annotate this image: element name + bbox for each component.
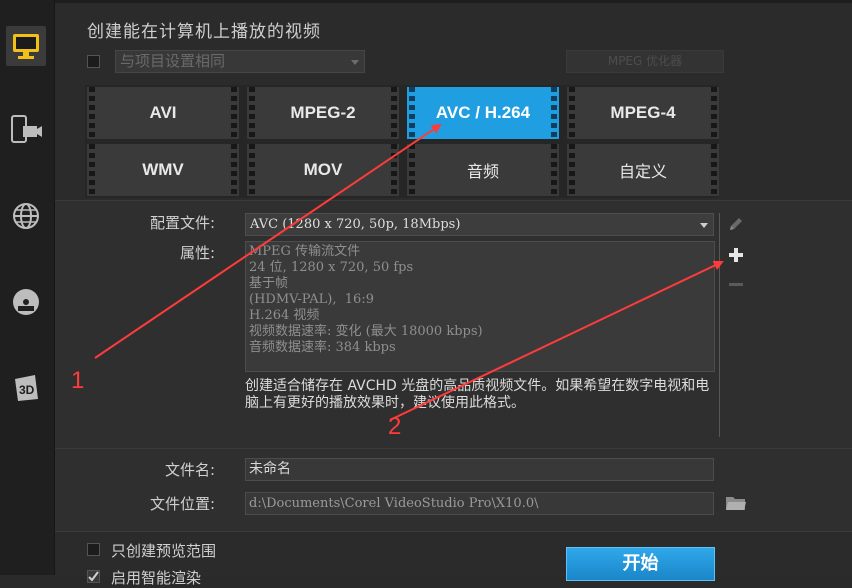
format-avc-h264[interactable]: AVC / H.264 bbox=[407, 87, 559, 139]
property-line: 音频数据速率: 384 kbps bbox=[249, 340, 396, 355]
file-panel: 文件名: 未命名 文件位置: d:\Documents\Corel VideoS… bbox=[55, 448, 852, 531]
mpeg-optimizer-button: MPEG 优化器 bbox=[566, 50, 724, 73]
properties-label: 属性: bbox=[179, 244, 215, 262]
profile-value: AVC (1280 x 720, 50p, 18Mbps) bbox=[250, 217, 461, 232]
profile-panel: 配置文件: AVC (1280 x 720, 50p, 18Mbps) 属性: … bbox=[55, 200, 852, 448]
disc-icon bbox=[13, 289, 39, 315]
properties-box: MPEG 传输流文件 24 位, 1280 x 720, 50 fps 基于帧 (HD… bbox=[245, 241, 715, 372]
profile-select[interactable]: AVC (1280 x 720, 50p, 18Mbps) bbox=[245, 213, 714, 236]
disc-output-button[interactable] bbox=[6, 282, 46, 322]
svg-text:3D: 3D bbox=[19, 383, 35, 397]
file-name-input[interactable]: 未命名 bbox=[245, 458, 714, 481]
device-icon bbox=[11, 115, 42, 143]
computer-icon bbox=[13, 34, 39, 59]
property-line: 24 位, 1280 x 720, 50 fps bbox=[249, 260, 414, 275]
format-description: 创建适合储存在 AVCHD 光盘的高品质视频文件。如果希望在数字电视和电脑上有更… bbox=[245, 378, 710, 411]
smart-render-checkbox[interactable] bbox=[87, 570, 100, 583]
annotation-label-2: 2 bbox=[388, 413, 402, 440]
preview-range-checkbox[interactable] bbox=[87, 543, 100, 556]
property-line: 视频数据速率: 变化 (最大 18000 kbps) bbox=[249, 324, 483, 339]
format-audio[interactable]: 音频 bbox=[407, 144, 559, 196]
format-custom[interactable]: 自定义 bbox=[567, 144, 719, 196]
format-mov[interactable]: MOV bbox=[247, 144, 399, 196]
main-area: 创建能在计算机上播放的视频 与项目设置相同 MPEG 优化器 AVI MPEG-… bbox=[55, 0, 852, 587]
smart-render-label: 启用智能渲染 bbox=[111, 569, 202, 587]
same-as-project-select: 与项目设置相同 bbox=[115, 50, 365, 73]
file-name-label: 文件名: bbox=[164, 461, 215, 479]
tool-divider bbox=[719, 213, 720, 437]
web-icon bbox=[13, 203, 39, 229]
computer-output-button[interactable] bbox=[6, 26, 46, 66]
3d-output-button[interactable]: 3D bbox=[6, 368, 46, 408]
format-wmv[interactable]: WMV bbox=[87, 144, 239, 196]
annotation-label-1: 1 bbox=[71, 367, 85, 394]
profile-label: 配置文件: bbox=[149, 214, 215, 232]
format-panel: 创建能在计算机上播放的视频 与项目设置相同 MPEG 优化器 AVI MPEG-… bbox=[55, 0, 852, 201]
format-mpeg2[interactable]: MPEG-2 bbox=[247, 87, 399, 139]
file-location-input[interactable]: d:\Documents\Corel VideoStudio Pro\X10.0… bbox=[245, 492, 714, 515]
chevron-down-icon bbox=[351, 60, 359, 65]
chevron-down-icon bbox=[700, 223, 708, 228]
property-line: 基于帧 bbox=[249, 276, 289, 291]
format-avi[interactable]: AVI bbox=[87, 87, 239, 139]
same-as-project-checkbox[interactable] bbox=[87, 55, 100, 68]
edit-profile-icon[interactable] bbox=[727, 215, 745, 233]
file-location-label: 文件位置: bbox=[149, 495, 215, 513]
footer: 只创建预览范围 启用智能渲染 开始 bbox=[55, 531, 852, 587]
3d-icon: 3D bbox=[15, 375, 38, 401]
output-sidebar: 3D bbox=[0, 0, 55, 575]
start-button[interactable]: 开始 bbox=[566, 547, 715, 581]
format-grid: AVI MPEG-2 AVC / H.264 MPEG-4 WMV MOV 音频… bbox=[85, 85, 719, 198]
folder-icon[interactable] bbox=[725, 494, 747, 512]
page-title: 创建能在计算机上播放的视频 bbox=[87, 22, 321, 42]
device-output-button[interactable] bbox=[6, 110, 46, 150]
property-line: MPEG 传输流文件 bbox=[249, 244, 361, 259]
add-profile-icon[interactable] bbox=[727, 246, 745, 264]
property-line: H.264 视频 bbox=[249, 308, 320, 323]
property-line: (HDMV-PAL), 16:9 bbox=[249, 292, 374, 307]
format-mpeg4[interactable]: MPEG-4 bbox=[567, 87, 719, 139]
web-output-button[interactable] bbox=[6, 196, 46, 236]
preview-range-label: 只创建预览范围 bbox=[111, 542, 217, 560]
remove-profile-icon[interactable] bbox=[727, 276, 745, 294]
same-as-project-label: 与项目设置相同 bbox=[120, 52, 226, 70]
